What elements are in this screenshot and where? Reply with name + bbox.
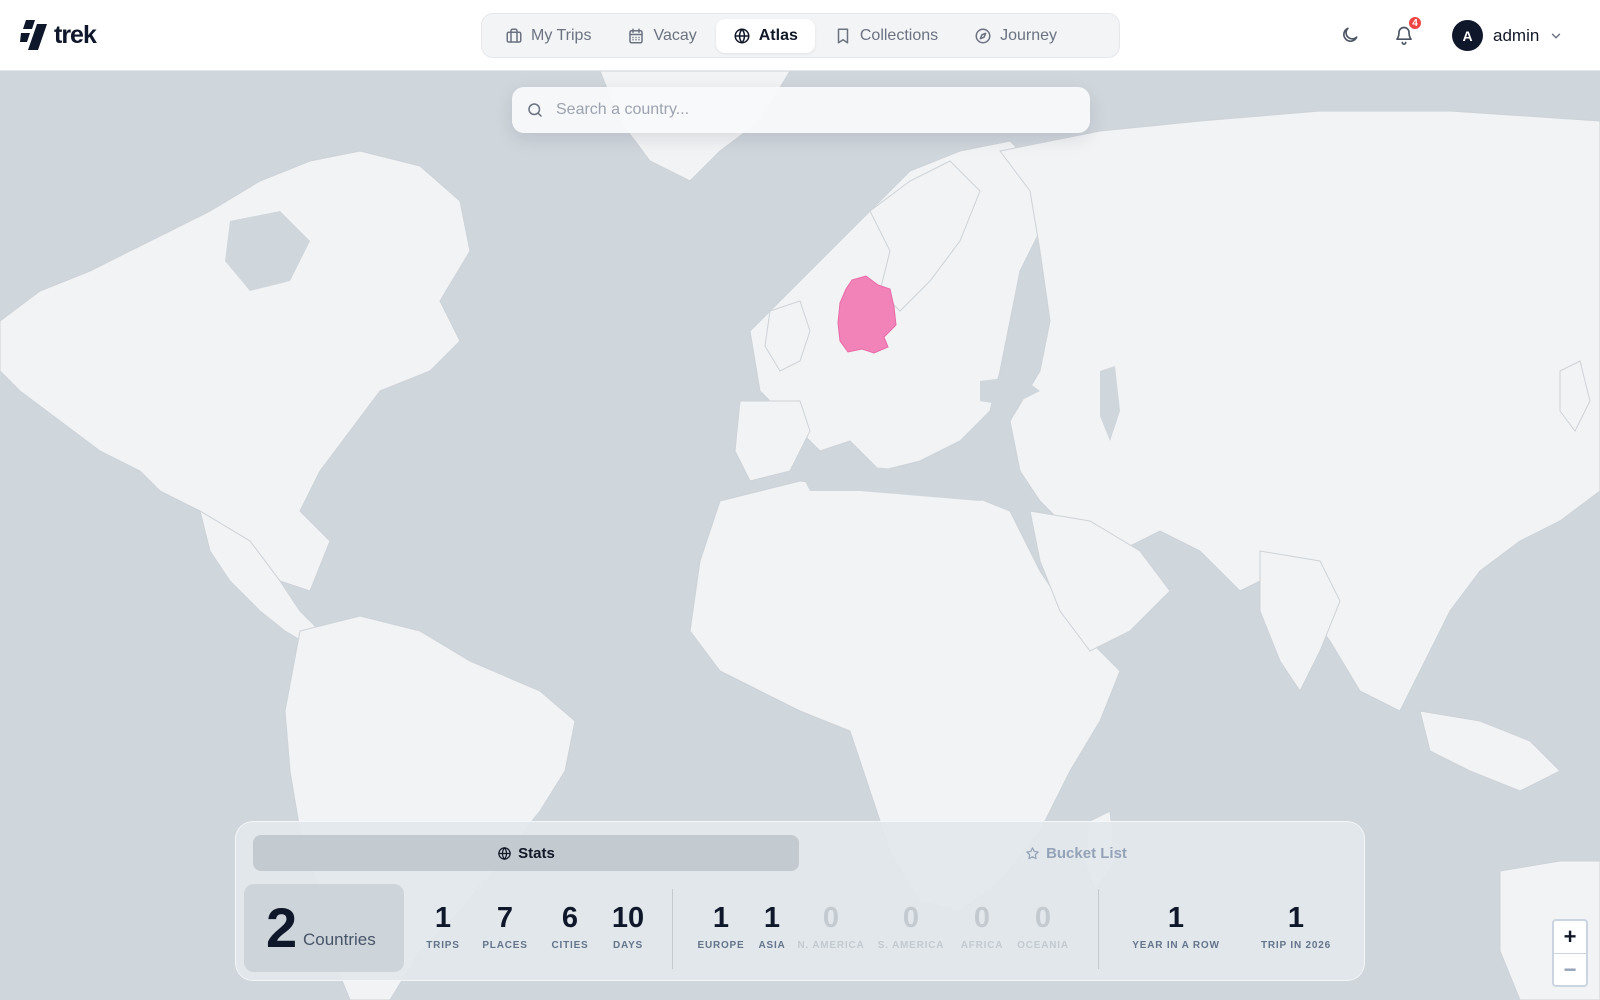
stat-label: Trip in 2026 <box>1260 940 1331 951</box>
stats-divider <box>672 889 673 969</box>
nav-tab-label: My Trips <box>531 26 592 44</box>
main-nav: My Trips Vacay Atlas Collections Journey <box>481 13 1120 58</box>
tab-bucket-list[interactable]: Bucket List <box>803 835 1349 871</box>
stat-label: Cities <box>551 940 589 951</box>
landmass-iberia[interactable] <box>734 400 811 482</box>
bookmark-icon <box>837 28 849 43</box>
stat-label: S. America <box>877 940 945 951</box>
stat-label: Places <box>482 940 528 951</box>
avatar: A <box>1452 20 1483 51</box>
moon-icon <box>1343 27 1358 42</box>
tab-label: Stats <box>518 844 555 862</box>
stat-value: 0 <box>822 902 840 934</box>
country-search <box>512 87 1090 133</box>
stat-days: 10 Days <box>596 902 660 951</box>
nav-tab-atlas[interactable]: Atlas <box>715 18 815 53</box>
search-input[interactable] <box>556 101 1076 119</box>
logo-icon <box>20 20 47 50</box>
nav-tab-my-trips[interactable]: My Trips <box>488 19 608 53</box>
stat-value: 1 <box>1167 902 1185 934</box>
stat-value: 10 <box>611 902 645 934</box>
stat-value: 0 <box>1034 902 1052 934</box>
brand-name: trek <box>54 20 97 49</box>
map-zoom-control: + − <box>1552 919 1588 987</box>
stat-oceania: 0 Oceania <box>1011 902 1075 951</box>
stat-value: 1 <box>434 902 452 934</box>
nav-tab-label: Journey <box>1000 26 1058 44</box>
theme-toggle-button[interactable] <box>1338 23 1362 47</box>
stat-south-america: 0 S. America <box>871 902 951 951</box>
stat-label: Oceania <box>1017 940 1069 951</box>
star-icon <box>1026 846 1039 859</box>
stat-label: Africa <box>960 940 1004 951</box>
atlas-stats-panel: Stats Bucket List 2 Countries 1 Trips 7 … <box>235 821 1365 981</box>
stat-value: 6 <box>561 902 579 934</box>
nav-tab-label: Atlas <box>758 26 798 44</box>
nav-tab-label: Vacay <box>653 26 697 44</box>
stat-trips: 1 Trips <box>411 902 475 951</box>
stat-value: 7 <box>496 902 514 934</box>
globe-icon <box>498 846 511 860</box>
stat-cities: 6 Cities <box>538 902 602 951</box>
stat-places: 7 Places <box>473 902 537 951</box>
nav-tab-label: Collections <box>859 26 939 44</box>
calendar-icon <box>629 28 644 43</box>
stat-africa: 0 Africa <box>950 902 1014 951</box>
user-menu[interactable]: A admin <box>1452 20 1563 51</box>
nav-tab-collections[interactable]: Collections <box>817 19 955 53</box>
zoom-in-button[interactable]: + <box>1554 921 1586 953</box>
notification-count-badge: 4 <box>1407 15 1423 31</box>
panel-tabs: Stats Bucket List <box>253 835 1349 871</box>
search-icon <box>528 103 542 117</box>
stats-divider <box>1098 889 1099 969</box>
stat-value: 1 <box>1287 902 1305 934</box>
countries-count: 2 <box>266 896 298 959</box>
logo[interactable]: trek <box>20 20 97 50</box>
stat-value: 0 <box>973 902 991 934</box>
continent-north-america[interactable] <box>0 150 471 592</box>
nav-tab-vacay[interactable]: Vacay <box>610 19 713 53</box>
app-header: trek My Trips Vacay Atlas Collections Jo… <box>0 0 1600 71</box>
stat-label: Trips <box>426 940 460 951</box>
stat-trips-this-year: 1 Trip in 2026 <box>1241 902 1351 951</box>
landmass-southeast-asia[interactable] <box>1419 710 1561 792</box>
stat-value: 0 <box>902 902 920 934</box>
briefcase-icon <box>506 28 522 43</box>
nav-tab-journey[interactable]: Journey <box>957 19 1074 53</box>
zoom-out-button[interactable]: − <box>1554 953 1586 985</box>
countries-count-card: 2 Countries <box>244 884 404 972</box>
compass-icon <box>975 28 991 43</box>
globe-icon <box>734 28 750 43</box>
stat-label: Year in a row <box>1132 940 1220 951</box>
tab-stats[interactable]: Stats <box>253 835 799 871</box>
stat-label: N. America <box>797 940 865 951</box>
tab-label: Bucket List <box>1046 844 1127 862</box>
chevron-down-icon <box>1552 33 1561 38</box>
countries-label: Countries <box>303 930 376 949</box>
stat-year-streak: 1 Year in a row <box>1121 902 1231 951</box>
stat-north-america: 0 N. America <box>791 902 871 951</box>
user-name: admin <box>1493 25 1540 45</box>
stat-label: Days <box>612 940 644 951</box>
